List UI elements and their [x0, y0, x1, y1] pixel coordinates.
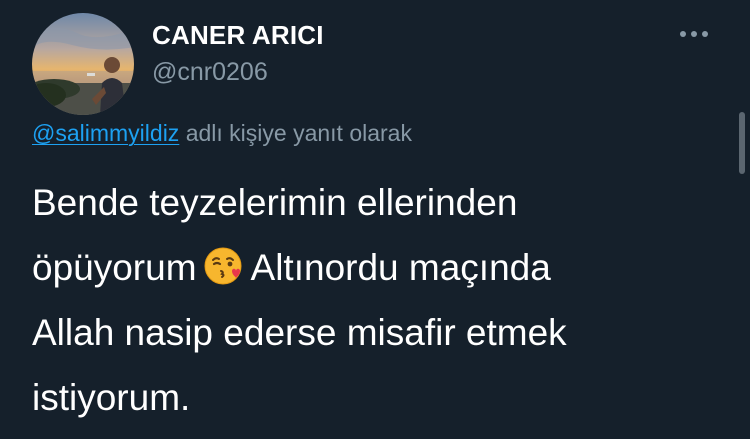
tweet-text-line: istiyorum. [32, 377, 191, 418]
display-name[interactable]: CANER ARICI [152, 20, 324, 51]
tweet-text-line: Bende teyzelerimin ellerinden [32, 182, 518, 223]
tweet-text-line: Allah nasip ederse misafir etmek [32, 312, 567, 353]
tweet-text-segment: öpüyorum [32, 247, 197, 288]
tweet-card: CANER ARICI @cnr0206 @salimmyildiz adlı … [0, 0, 750, 439]
scrollbar-thumb[interactable] [739, 112, 745, 174]
reply-mention-link[interactable]: @salimmyildiz [32, 120, 179, 146]
tweet-text: Bende teyzelerimin ellerinden öpüyorum A… [32, 170, 712, 430]
reply-context: @salimmyildiz adlı kişiye yanıt olarak [32, 120, 412, 147]
face-blowing-kiss-emoji [204, 247, 242, 285]
tweet-text-line: öpüyorum Altınordu maçında [32, 235, 712, 300]
more-horizontal-icon [680, 31, 708, 37]
more-options-button[interactable] [680, 22, 720, 46]
tweet-text-segment: Altınordu maçında [250, 247, 551, 288]
avatar-photo [32, 13, 134, 115]
user-handle[interactable]: @cnr0206 [152, 58, 268, 87]
reply-context-label: adlı kişiye yanıt olarak [185, 120, 412, 146]
avatar[interactable] [32, 13, 134, 115]
